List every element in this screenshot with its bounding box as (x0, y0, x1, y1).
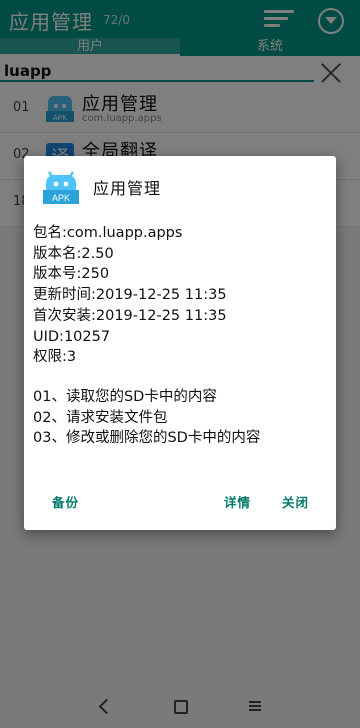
permission-count: 权限:3 (33, 349, 77, 366)
install-time: 首次安装:2019-12-25 11:35 (33, 307, 227, 324)
version-code: 版本号:250 (33, 266, 110, 283)
recents-icon[interactable] (249, 700, 261, 712)
permission-item: 02、请求安装文件包 (33, 409, 168, 426)
app-info-dialog: APK 应用管理 包名:com.luapp.apps 版本名:2.50 版本号:… (24, 156, 336, 530)
close-button[interactable]: 关闭 (282, 492, 309, 511)
dialog-title: 应用管理 (93, 179, 162, 198)
apk-icon: APK (43, 171, 79, 204)
update-time: 更新时间:2019-12-25 11:35 (33, 287, 227, 304)
details-button[interactable]: 详情 (224, 492, 251, 511)
version-name: 版本名:2.50 (33, 245, 114, 262)
navigation-bar (0, 688, 360, 728)
permission-list: 01、读取您的SD卡中的内容 02、请求安装文件包 03、修改或删除您的SD卡中… (33, 387, 333, 449)
back-icon[interactable] (98, 698, 115, 715)
svg-text:APK: APK (52, 193, 70, 203)
permission-item: 03、修改或删除您的SD卡中的内容 (33, 430, 261, 447)
app-info-list: 包名:com.luapp.apps 版本名:2.50 版本号:250 更新时间:… (33, 223, 333, 368)
home-icon[interactable] (174, 700, 188, 714)
package-name: 包名:com.luapp.apps (33, 225, 183, 241)
uid: UID:10257 (33, 328, 111, 345)
backup-button[interactable]: 备份 (52, 492, 79, 511)
permission-item: 01、读取您的SD卡中的内容 (33, 389, 217, 405)
